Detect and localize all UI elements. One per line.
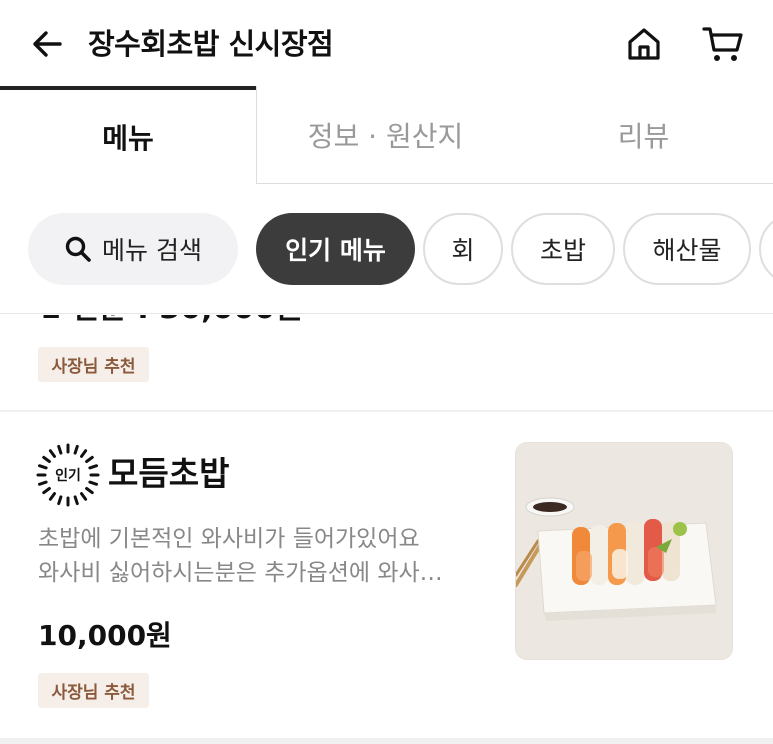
category-chips: 메뉴 검색 인기 메뉴 회 초밥 해산물: [0, 184, 773, 314]
chip-chobap[interactable]: 초밥: [511, 213, 615, 285]
chip-hoe[interactable]: 회: [423, 213, 503, 285]
menu-item-desc-line2: 와사비 싫어하시는분은 추가옵션에 와사…: [38, 560, 443, 586]
chip-popular-menu[interactable]: 인기 메뉴: [256, 213, 415, 285]
tab-info-origin[interactable]: 정보 · 원산지: [256, 86, 514, 184]
cart-button[interactable]: [700, 22, 746, 66]
home-button[interactable]: [622, 22, 666, 66]
home-icon: [628, 28, 660, 60]
owner-recommend-badge: 사장님 추천: [38, 347, 149, 382]
store-tabs: 메뉴 정보 · 원산지 리뷰: [0, 86, 773, 184]
chip-seafood[interactable]: 해산물: [623, 213, 751, 285]
item-divider-bottom: [0, 738, 773, 744]
arrow-left-icon: [33, 31, 62, 57]
sushi-plate-image: [516, 443, 732, 659]
menu-item-description: 초밥에 기본적인 와사비가 들어가있어요 와사비 싫어하시는분은 추가옵션에 와…: [38, 522, 488, 590]
chip-next[interactable]: [759, 213, 773, 285]
cart-icon: [702, 27, 743, 61]
menu-item-desc-line1: 초밥에 기본적인 와사비가 들어가있어요: [38, 526, 420, 552]
menu-item-price: 10,000원: [38, 619, 172, 652]
popular-mark: 인기: [36, 443, 100, 507]
app-header: 장수회초밥 신시장점: [0, 0, 773, 86]
popular-mark-label: 인기: [55, 468, 81, 484]
menu-item-name: 모듬초밥: [108, 454, 230, 493]
back-button[interactable]: [28, 24, 68, 64]
tab-menu[interactable]: 메뉴: [0, 86, 256, 184]
store-title: 장수회초밥 신시장점: [88, 27, 334, 61]
item-divider: [0, 410, 773, 412]
menu-search-button[interactable]: 메뉴 검색: [28, 213, 238, 285]
owner-recommend-badge: 사장님 추천: [38, 673, 149, 708]
menu-item-photo: [515, 442, 733, 660]
tab-review[interactable]: 리뷰: [514, 86, 773, 184]
search-icon: [65, 236, 91, 262]
menu-search-label: 메뉴 검색: [102, 236, 202, 265]
